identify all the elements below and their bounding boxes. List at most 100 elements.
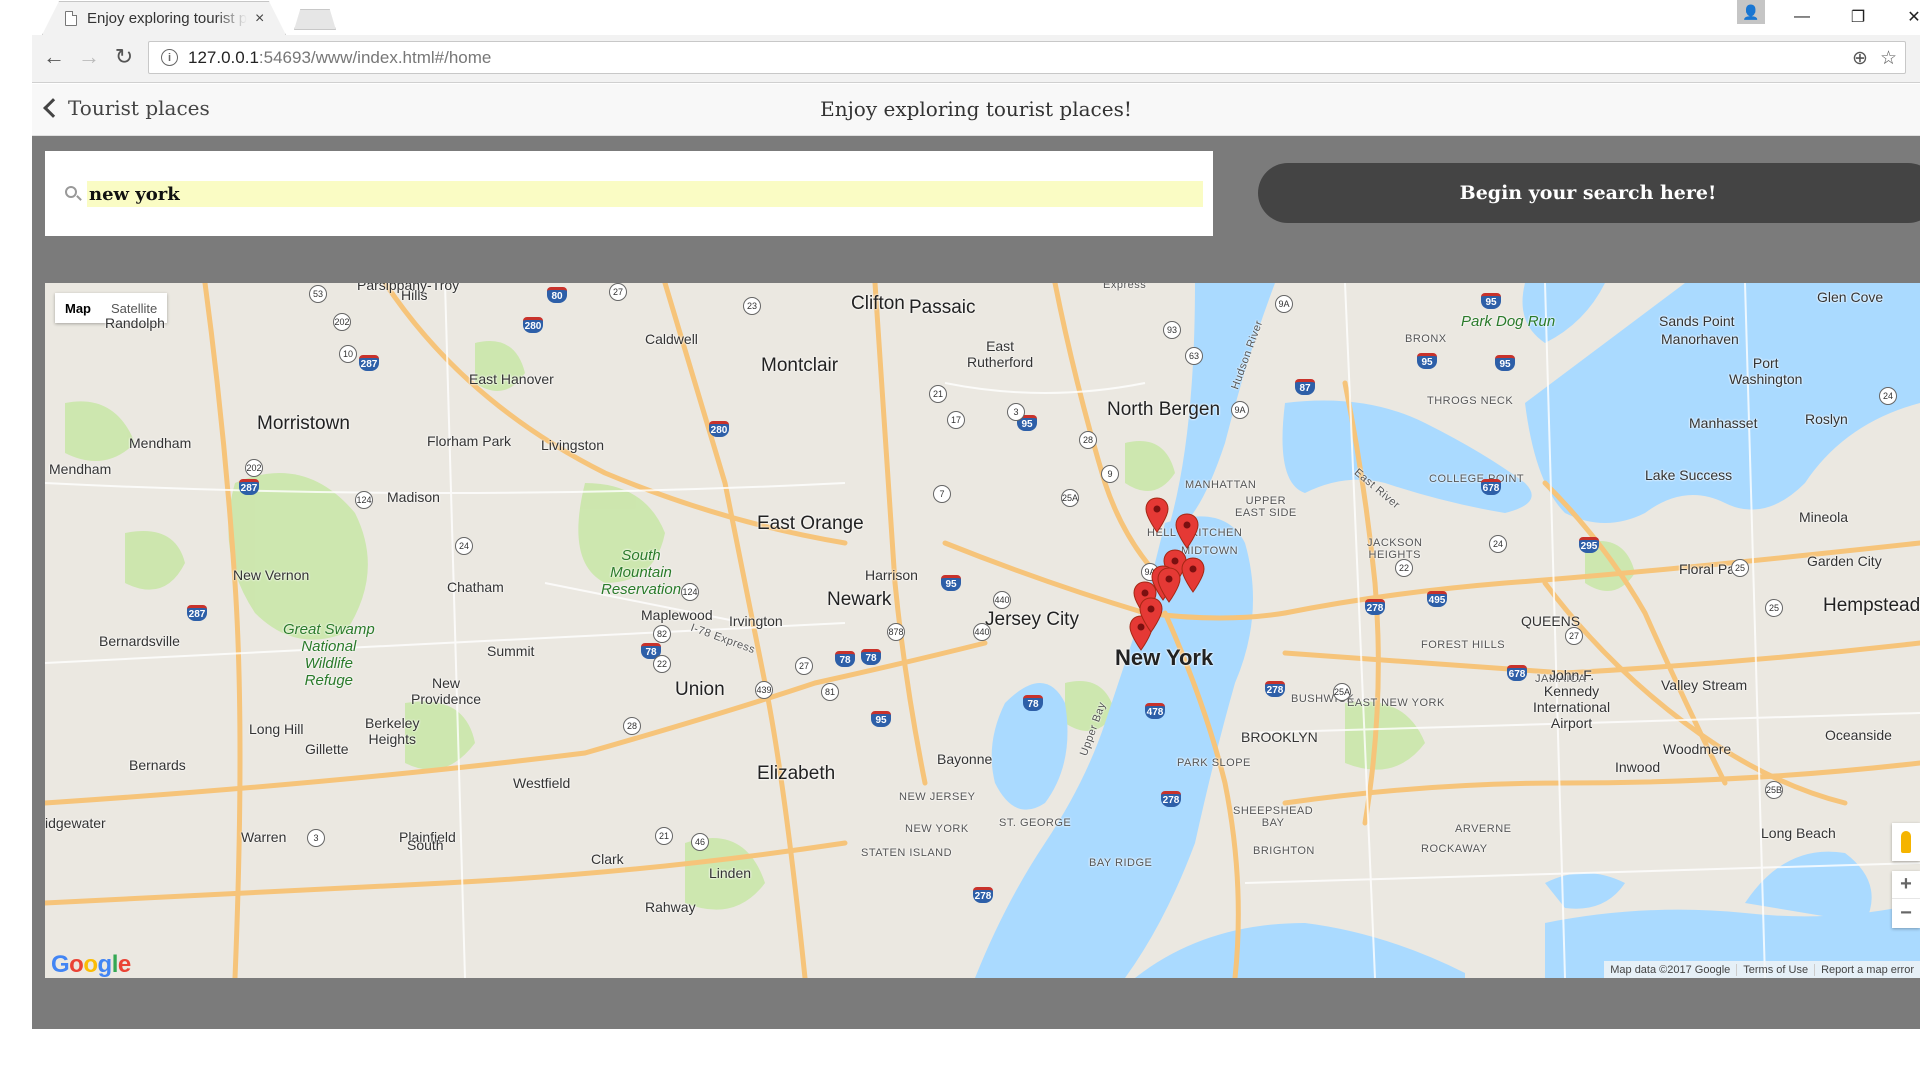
map-label: Union [675,679,725,700]
route-marker: 124 [355,491,373,509]
close-window-button[interactable]: ✕ [1886,0,1920,34]
url-path: :54693/www/index.html#/home [258,47,492,67]
tab-close-icon[interactable]: × [255,10,264,28]
route-marker: 202 [245,459,263,477]
street-view-pegman[interactable] [1892,823,1920,861]
zoom-in-button[interactable]: + [1892,871,1920,899]
interstate-shield: 78 [1023,695,1043,711]
route-marker: 82 [653,625,671,643]
map-label: South [407,837,444,853]
map-marker[interactable] [1145,497,1169,533]
interstate-shield: 278 [1365,599,1385,615]
map-label: Randolph [105,315,165,331]
info-icon[interactable]: i [161,49,178,66]
map-label: JACKSON HEIGHTS [1367,537,1423,561]
bookmark-star-icon[interactable]: ☆ [1880,47,1897,70]
map-label: John F. Kennedy International Airport [1533,667,1611,731]
map-label: Berkeley Heights [365,715,420,747]
map-label: Valley Stream [1661,677,1748,693]
interstate-shield: 278 [1161,791,1181,807]
route-marker: 28 [623,717,641,735]
search-button[interactable]: Begin your search here! [1258,163,1920,223]
map-label: East Rutherford [967,338,1034,370]
map-label: Roslyn [1805,411,1848,427]
map-marker[interactable] [1175,513,1199,549]
minimize-button[interactable]: — [1774,0,1830,34]
interstate-shield: 280 [523,317,543,333]
route-marker: 439 [755,681,773,699]
map-label: Gillette [305,741,349,757]
map-label: BRIGHTON [1253,845,1315,857]
route-marker: 25A [1333,683,1351,701]
person-icon: 👤 [1742,3,1760,20]
route-marker: 878 [887,623,905,641]
map-label: Jersey City [985,609,1079,630]
zoom-out-button[interactable]: − [1892,899,1920,927]
map-marker[interactable] [1139,597,1163,633]
map-label: Hempstead [1823,595,1920,616]
map-label: FOREST HILLS [1421,639,1506,651]
address-bar[interactable]: i 127.0.0.1:54693/www/index.html#/home ⊕… [148,41,1906,74]
map-label: Sands Point [1659,313,1735,329]
search-input[interactable] [87,181,1203,207]
route-marker: 25B [1765,781,1783,799]
route-marker: 3 [1007,403,1025,421]
map-label: Madison [387,489,440,505]
map-label: Glen Cove [1817,289,1884,305]
map-label: ST. GEORGE [999,817,1072,829]
profile-button[interactable]: 👤 [1737,0,1765,24]
map-label: Parsippany-Troy [357,283,460,293]
search-icon [65,186,77,198]
map-label: East Orange [757,513,864,534]
route-marker: 24 [1489,535,1507,553]
interstate-shield: 678 [1507,665,1527,681]
route-marker: 25A [1061,489,1079,507]
map-label: Oceanside [1825,727,1892,743]
reload-button[interactable]: ↻ [110,43,138,71]
terms-link[interactable]: Terms of Use [1736,963,1814,976]
route-marker: 93 [1163,321,1181,339]
map-label: BAY RIDGE [1089,857,1153,869]
map-label: SHEEPSHEAD BAY [1233,805,1314,829]
logo-letter: o [83,951,98,978]
new-tab-button[interactable] [294,9,336,30]
map-label: South Mountain Reservation [601,547,682,598]
forward-button[interactable]: → [75,43,103,71]
back-button[interactable]: ← [40,43,68,71]
map-label: Westfield [513,775,571,791]
map-label: Morristown [257,413,350,434]
location-icon[interactable]: ⊕ [1852,47,1868,70]
map-data-credit: Map data ©2017 Google [1610,963,1731,976]
map[interactable]: Map Satellite Clifton Passaic Caldwell M… [45,283,1920,978]
report-error-link[interactable]: Report a map error [1814,963,1920,976]
route-marker: 440 [993,591,1011,609]
map-label: Lake Success [1645,467,1733,483]
map-label: New Providence [411,675,482,707]
map-label: Woodmere [1663,741,1732,757]
route-marker: 27 [609,283,627,301]
map-label: THROGS NECK [1427,395,1514,407]
route-marker: 25 [1765,599,1783,617]
map-type-map[interactable]: Map [55,293,101,323]
route-marker: 21 [929,385,947,403]
map-label: North Bergen [1107,399,1221,420]
map-marker[interactable] [1181,557,1205,593]
route-marker: 17 [947,411,965,429]
page-icon [65,11,77,26]
map-label: ARVERNE [1455,823,1512,835]
map-label: Long Beach [1761,825,1836,841]
map-label: Park Dog Run [1461,313,1556,330]
route-marker: 440 [973,623,991,641]
restore-button[interactable]: ❐ [1830,0,1886,34]
map-label: BRONX [1405,333,1447,345]
map-label: MANHATTAN [1185,479,1257,491]
route-marker: 22 [653,655,671,673]
map-label: EAST NEW YORK [1347,697,1445,709]
interstate-shield: 478 [1145,703,1165,719]
map-label: Garden City [1807,553,1882,569]
browser-tab[interactable]: Enjoy exploring tourist places! × [42,1,286,35]
map-label: Harrison [865,567,918,583]
route-marker: 25 [1731,559,1749,577]
map-label: BROOKLYN [1241,729,1318,745]
map-label: UPPER EAST SIDE [1235,495,1297,519]
